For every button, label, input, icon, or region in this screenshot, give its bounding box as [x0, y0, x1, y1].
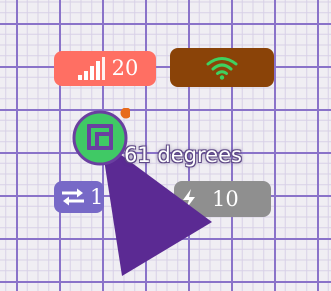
charging-icon — [183, 189, 195, 209]
status-dot — [120, 108, 130, 119]
signal-value: 20 — [111, 56, 139, 80]
charge-value: 10 — [212, 186, 239, 211]
map-view[interactable]: 20 1 10 61 degrees — [0, 0, 331, 291]
signal-bars-icon — [77, 56, 105, 80]
wifi-badge — [170, 48, 274, 87]
sync-badge: 1 — [54, 181, 104, 213]
charge-badge: 10 — [174, 181, 271, 217]
robot-vehicle-icon[interactable] — [70, 108, 130, 168]
heading-label: 61 degrees — [124, 143, 242, 167]
sync-value: 1 — [90, 184, 104, 209]
sync-arrows-icon — [62, 188, 84, 206]
signal-badge: 20 — [54, 51, 156, 86]
wifi-icon — [206, 56, 238, 80]
